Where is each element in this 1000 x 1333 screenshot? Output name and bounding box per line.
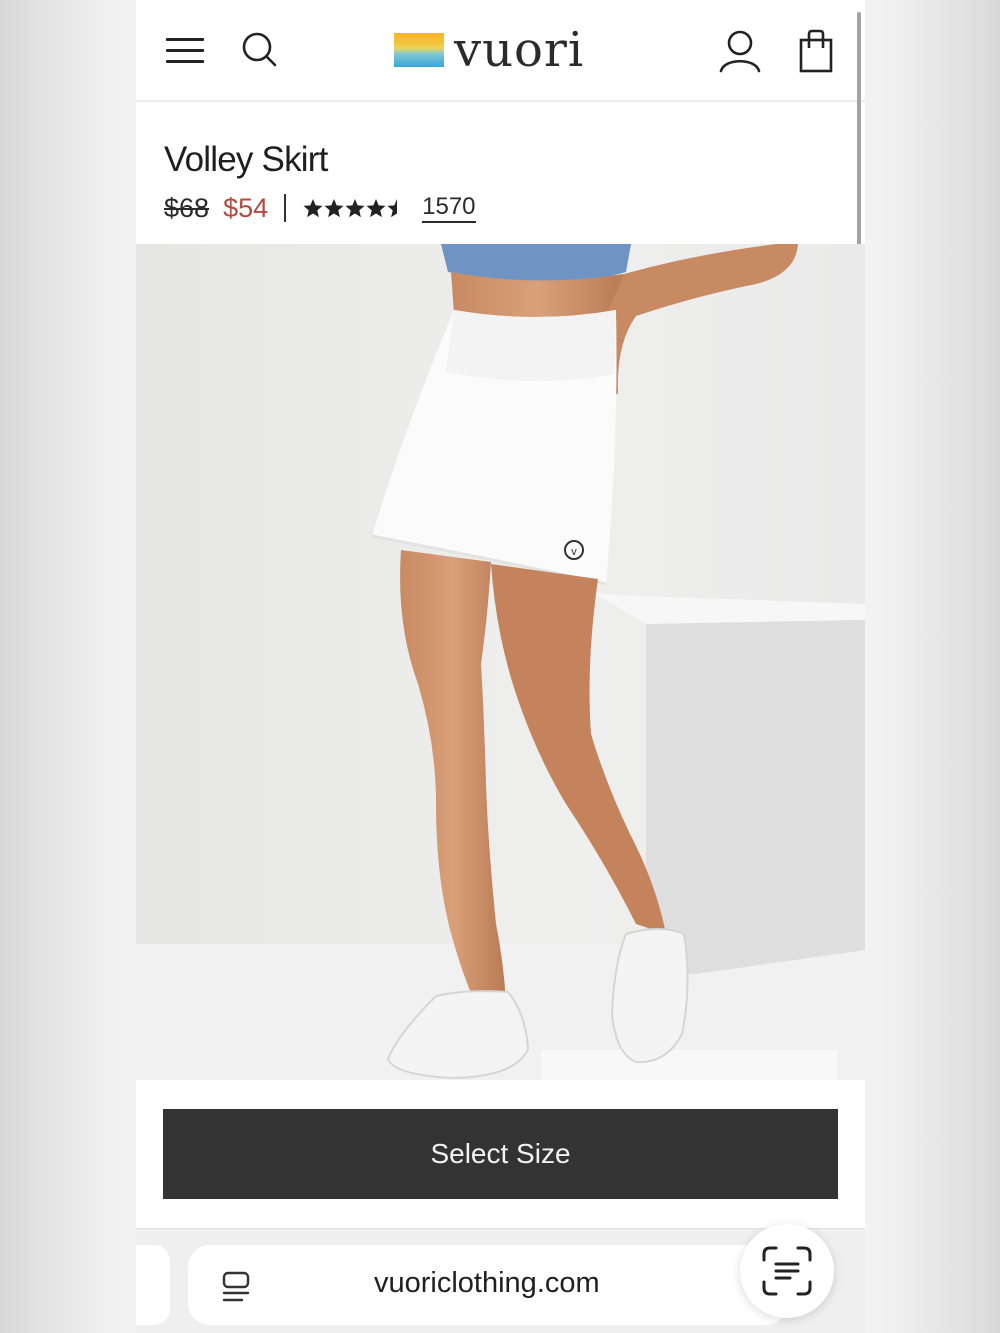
logo-text: vuori [454, 22, 585, 78]
product-image[interactable]: v [136, 244, 865, 1080]
vuori-logo[interactable]: vuori [394, 22, 584, 78]
text-scan-icon[interactable] [740, 1224, 834, 1318]
price-divider [284, 194, 287, 222]
rating-stars[interactable] [302, 195, 412, 221]
browser-address-bar: vuoriclothing.com [136, 1224, 865, 1333]
shopping-bag-icon[interactable] [798, 28, 834, 74]
hamburger-menu-icon[interactable] [166, 34, 206, 66]
page-scrollbar[interactable] [857, 12, 861, 257]
cta-area: Select Size [136, 1080, 865, 1228]
original-price: $68 [164, 192, 210, 223]
rating-star [324, 199, 344, 218]
user-icon[interactable] [718, 28, 762, 74]
previous-tab[interactable] [136, 1245, 170, 1325]
search-icon[interactable] [240, 30, 280, 70]
url-text: vuoriclothing.com [374, 1267, 600, 1299]
page-menu-icon[interactable] [218, 1269, 254, 1305]
phone-screen: vuori Volley Skirt $68 $54 1570 v Select… [136, 0, 865, 1333]
logo-mark [394, 33, 444, 67]
review-count-link[interactable]: 1570 [422, 193, 476, 223]
product-title: Volley Skirt [164, 140, 328, 179]
svg-text:v: v [571, 546, 577, 558]
sale-price: $54 [223, 192, 269, 223]
select-size-button[interactable]: Select Size [163, 1109, 838, 1199]
rating-star [303, 199, 323, 218]
rating-star [345, 199, 365, 218]
rating-star [366, 199, 386, 218]
price-row: $68 $54 1570 [164, 190, 476, 226]
site-header: vuori [136, 0, 865, 102]
url-field[interactable]: vuoriclothing.com [188, 1245, 788, 1325]
